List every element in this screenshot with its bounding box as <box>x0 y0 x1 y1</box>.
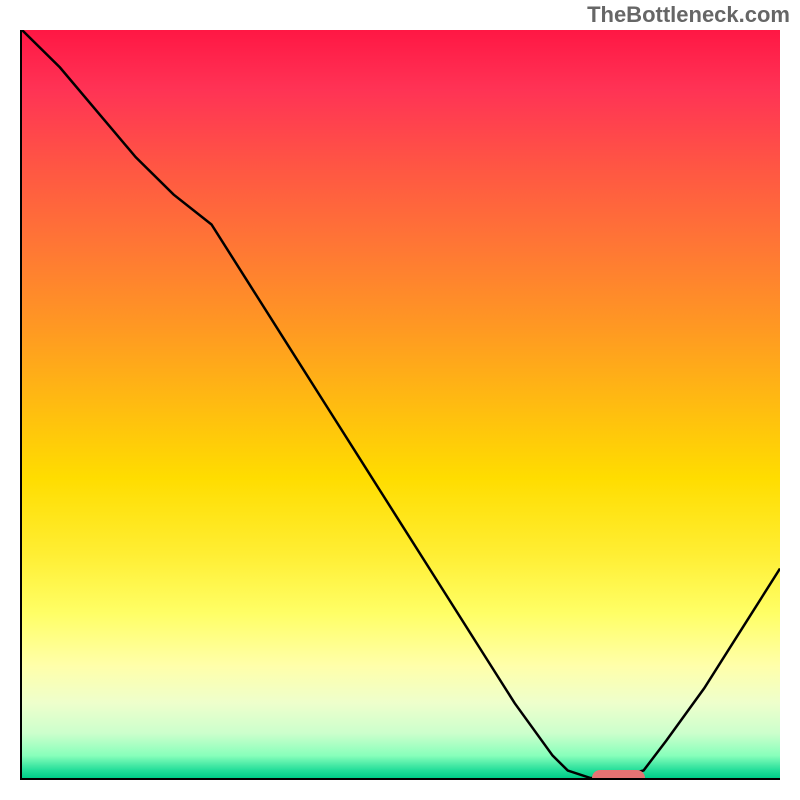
watermark-text: TheBottleneck.com <box>587 2 790 28</box>
chart-plot-area <box>20 30 780 780</box>
optimal-marker <box>592 770 645 780</box>
chart-curve <box>22 30 780 778</box>
